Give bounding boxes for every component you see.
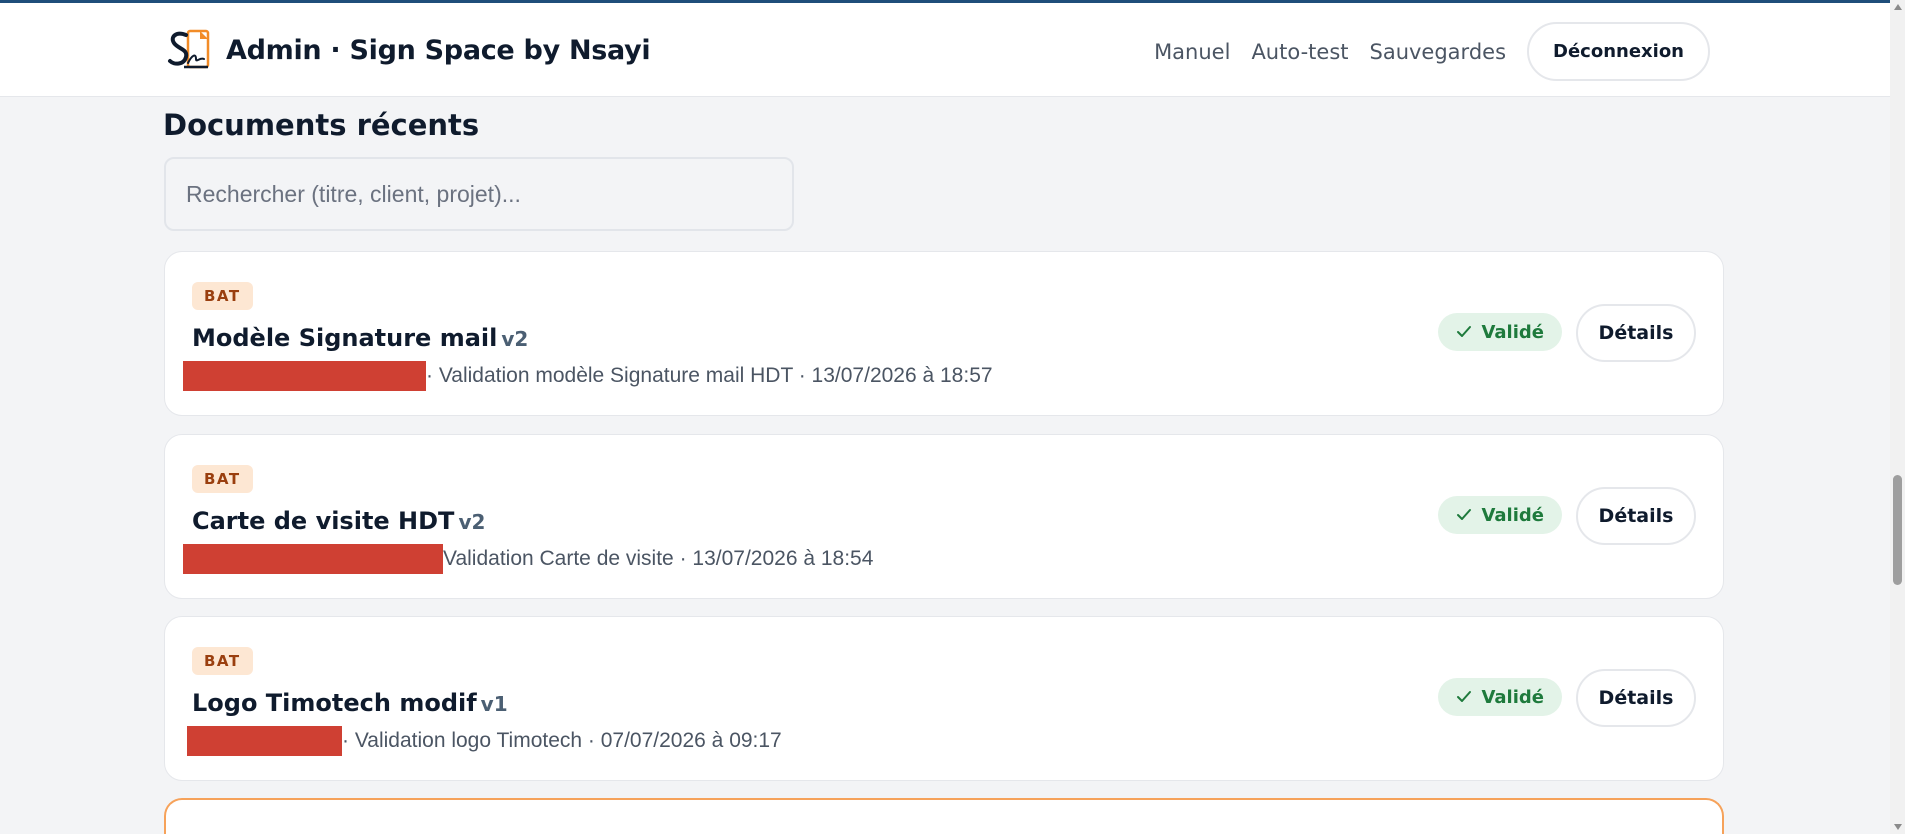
sign-space-logo	[168, 29, 210, 69]
nav-link-sauvegardes[interactable]: Sauvegardes	[1370, 40, 1507, 64]
document-meta-text: · Validation logo Timotech · 07/07/2026 …	[342, 729, 782, 752]
top-nav: Manuel Auto-test Sauvegardes Déconnexion	[1154, 22, 1710, 81]
document-card: BAT Logo Timotech modif v1 · Validation l…	[164, 616, 1724, 781]
document-meta-text: Validation Carte de visite · 13/07/2026 …	[443, 547, 874, 570]
logout-button[interactable]: Déconnexion	[1527, 22, 1710, 81]
document-card: BAT Carte de visite HDT v2 Validation Car…	[164, 434, 1724, 599]
document-type-badge: BAT	[192, 282, 253, 310]
document-card: BAT Modèle Signature mail v2 · Validation…	[164, 251, 1724, 416]
check-icon	[1457, 326, 1472, 337]
document-version: v2	[501, 327, 529, 351]
document-meta-text: · Validation modèle Signature mail HDT ·…	[426, 364, 993, 387]
status-label: Validé	[1481, 686, 1544, 708]
redacted-client	[183, 361, 426, 391]
redacted-client	[187, 726, 342, 756]
check-icon	[1457, 509, 1472, 520]
document-version: v1	[480, 692, 508, 716]
scrollbar-thumb[interactable]	[1893, 475, 1902, 585]
search-input[interactable]	[164, 157, 794, 231]
document-card-partial[interactable]	[164, 798, 1724, 834]
nav-link-manuel[interactable]: Manuel	[1154, 40, 1230, 64]
details-button[interactable]: Détails	[1576, 669, 1696, 727]
document-meta: · Validation logo Timotech · 07/07/2026 …	[187, 725, 782, 757]
app-title: Admin · Sign Space by Nsayi	[226, 34, 651, 66]
scroll-up-arrow-icon[interactable]	[1894, 4, 1902, 10]
status-badge: Validé	[1438, 678, 1562, 716]
check-icon	[1457, 691, 1472, 702]
document-title-text: Logo Timotech modif	[192, 689, 477, 717]
document-type-badge: BAT	[192, 465, 253, 493]
document-meta: Validation Carte de visite · 13/07/2026 …	[183, 543, 873, 575]
document-title[interactable]: Modèle Signature mail v2	[192, 324, 528, 352]
document-type-badge: BAT	[192, 647, 253, 675]
status-badge: Validé	[1438, 313, 1562, 351]
section-title: Documents récents	[163, 108, 480, 142]
document-version: v2	[458, 510, 486, 534]
top-header: Admin · Sign Space by Nsayi Manuel Auto-…	[0, 3, 1890, 97]
scroll-down-arrow-icon[interactable]	[1894, 824, 1902, 830]
details-button[interactable]: Détails	[1576, 304, 1696, 362]
document-meta: · Validation modèle Signature mail HDT ·…	[183, 360, 993, 392]
status-label: Validé	[1481, 504, 1544, 526]
document-title[interactable]: Logo Timotech modif v1	[192, 689, 508, 717]
redacted-client	[183, 544, 443, 574]
document-title[interactable]: Carte de visite HDT v2	[192, 507, 485, 535]
document-title-text: Modèle Signature mail	[192, 324, 498, 352]
nav-link-auto-test[interactable]: Auto-test	[1251, 40, 1348, 64]
details-button[interactable]: Détails	[1576, 487, 1696, 545]
document-title-text: Carte de visite HDT	[192, 507, 455, 535]
brand[interactable]: Admin · Sign Space by Nsayi	[166, 29, 651, 71]
vertical-scrollbar[interactable]	[1890, 0, 1905, 834]
status-label: Validé	[1481, 321, 1544, 343]
status-badge: Validé	[1438, 496, 1562, 534]
